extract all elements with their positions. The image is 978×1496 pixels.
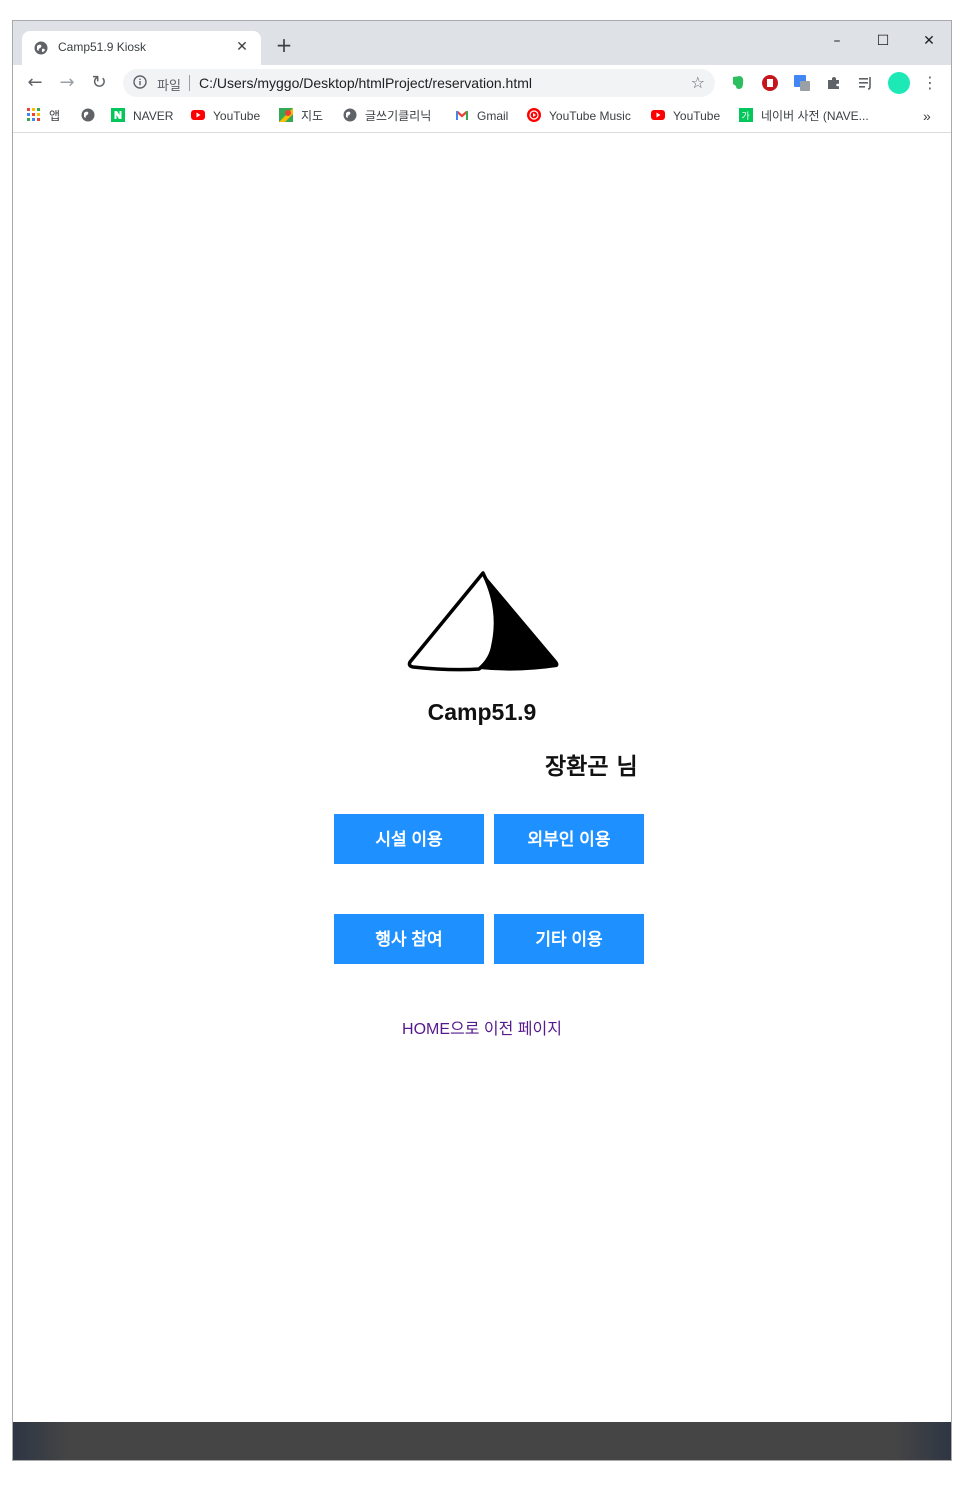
user-greeting: 장환곤 님 (545, 754, 638, 780)
close-window-button[interactable]: ✕ (906, 27, 951, 57)
bookmark-globe[interactable] (81, 107, 103, 125)
naver-icon (111, 108, 125, 122)
menu-kebab-icon[interactable]: ⋮ (918, 71, 942, 95)
brand-title: Camp51.9 (13, 699, 951, 726)
address-divider (189, 75, 190, 91)
bookmark-maps[interactable]: 지도 (279, 107, 323, 125)
address-bar[interactable]: 파일 C:/Users/myggo/Desktop/htmlProject/re… (123, 69, 715, 97)
bookmark-naver[interactable]: NAVER (111, 107, 173, 125)
brand-name: Camp51.9 (427, 699, 537, 725)
browser-tab[interactable]: Camp51.9 Kiosk ✕ (22, 31, 261, 65)
evernote-icon[interactable] (728, 73, 748, 93)
browser-window: Camp51.9 Kiosk ✕ + – ☐ ✕ ← → ↻ 파일 C:/Use… (12, 20, 952, 1461)
back-button[interactable]: ← (23, 71, 47, 95)
maximize-button[interactable]: ☐ (860, 27, 906, 57)
globe-icon (34, 41, 48, 55)
globe-icon (81, 108, 95, 122)
forward-button[interactable]: → (55, 71, 79, 95)
back-to-home-link[interactable]: HOME으로 이전 페이지 (13, 1015, 951, 1039)
translate-icon[interactable] (792, 73, 812, 93)
adblock-icon[interactable] (760, 73, 780, 93)
bookmark-label: YouTube (673, 109, 721, 123)
bookmark-naver-dictionary[interactable]: 가 네이버 사전 (NAVE... (739, 107, 869, 125)
bookmark-label: 앱 (49, 109, 61, 123)
page-content: Camp51.9 장환곤 님 시설 이용 외부인 이용 행사 참여 기타 이용 … (13, 133, 951, 1422)
bookmark-label: 네이버 사전 (NAVE... (761, 109, 869, 123)
svg-text:가: 가 (742, 111, 750, 122)
bookmark-youtube-music[interactable]: YouTube Music (527, 107, 631, 125)
bookmark-label: 글쓰기클리닉 (365, 109, 432, 123)
bookmarks-overflow-button[interactable]: » (923, 107, 931, 125)
bookmark-writing-clinic[interactable]: 글쓰기클리닉 (343, 107, 431, 125)
youtube-icon (651, 110, 665, 120)
media-icon[interactable] (856, 73, 876, 93)
tab-strip: Camp51.9 Kiosk ✕ + – ☐ ✕ (13, 21, 951, 65)
bookmark-gmail[interactable]: Gmail (455, 107, 508, 125)
tab-title: Camp51.9 Kiosk (58, 40, 147, 54)
globe-icon (343, 108, 357, 122)
facility-use-button[interactable]: 시설 이용 (334, 814, 484, 864)
gmail-icon (456, 111, 468, 120)
youtube-icon (191, 110, 205, 120)
new-tab-button[interactable]: + (273, 35, 295, 57)
puzzle-icon[interactable] (824, 73, 844, 93)
tent-logo-icon (407, 571, 559, 672)
info-icon[interactable] (133, 75, 147, 89)
browser-toolbar: ← → ↻ 파일 C:/Users/myggo/Desktop/htmlProj… (13, 65, 951, 101)
profile-avatar-icon[interactable] (887, 71, 911, 95)
page-footer (13, 1422, 951, 1460)
outsider-use-button[interactable]: 외부인 이용 (494, 814, 644, 864)
naver-dict-icon: 가 (739, 108, 753, 122)
bookmark-label: Gmail (477, 109, 509, 123)
youtube-music-icon (527, 108, 541, 122)
maps-icon (279, 108, 293, 122)
event-join-button[interactable]: 행사 참여 (334, 914, 484, 964)
bookmark-label: YouTube (213, 109, 261, 123)
bookmark-youtube-2[interactable]: YouTube (651, 107, 720, 125)
bookmark-label: 지도 (301, 109, 324, 123)
bookmark-label: NAVER (133, 109, 174, 123)
tab-close-icon[interactable]: ✕ (233, 38, 251, 56)
scheme-label: 파일 (157, 78, 181, 93)
apps-grid-icon (27, 108, 40, 121)
reload-button[interactable]: ↻ (87, 71, 111, 95)
url-text[interactable]: C:/Users/myggo/Desktop/htmlProject/reser… (199, 75, 532, 91)
other-use-button[interactable]: 기타 이용 (494, 914, 644, 964)
bookmark-youtube[interactable]: YouTube (191, 107, 260, 125)
bookmark-star-icon[interactable]: ☆ (691, 73, 705, 92)
bookmark-label: YouTube Music (549, 109, 631, 123)
minimize-button[interactable]: – (814, 27, 860, 57)
bookmark-apps[interactable]: 앱 (27, 107, 60, 125)
bookmarks-bar: 앱 NAVER YouTube 지도 글쓰기클리닉 Gmail YouTube … (13, 101, 951, 133)
